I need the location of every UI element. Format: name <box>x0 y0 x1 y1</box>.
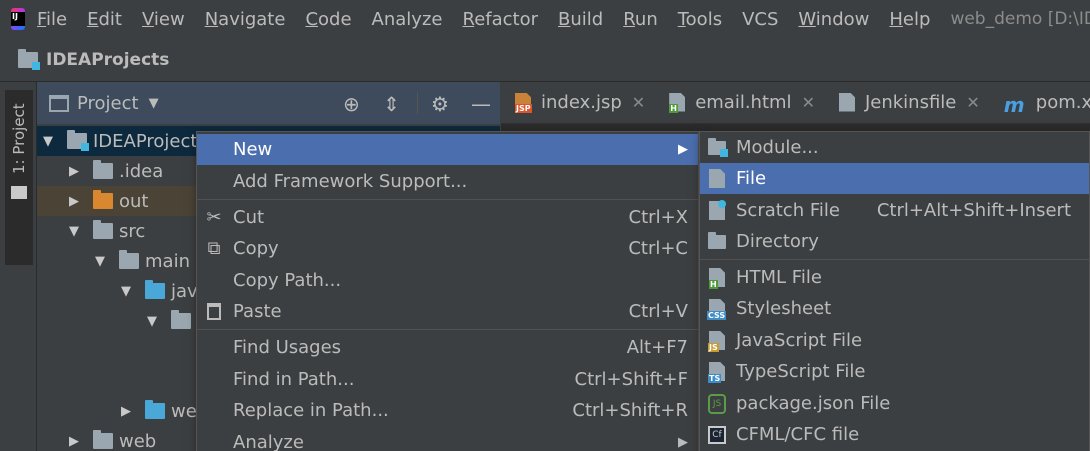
menu-separator <box>700 259 1089 260</box>
menu-item-html-file[interactable]: H HTML File <box>700 262 1089 293</box>
folder-icon <box>11 186 27 199</box>
context-menu: New ▶ Add Framework Support... ✂ Cut Ctr… <box>196 131 699 451</box>
folder-icon <box>93 220 113 239</box>
menu-build[interactable]: Build <box>558 9 603 30</box>
menu-item-scratch-file[interactable]: Scratch File Ctrl+Alt+Shift+Insert <box>700 195 1089 226</box>
package-icon <box>171 310 191 329</box>
menu-item-stylesheet[interactable]: CSS Stylesheet <box>700 293 1089 324</box>
new-submenu: Module... File Scratch File Ctrl+Alt+Shi… <box>699 131 1090 451</box>
folder-icon <box>93 430 113 449</box>
menu-item-copy[interactable]: ⧉ Copy Ctrl+C <box>197 233 698 264</box>
menu-item-replace-in-path[interactable]: Replace in Path... Ctrl+Shift+R <box>197 395 698 426</box>
project-stripe-label: 1: Project <box>10 103 28 174</box>
nodejs-icon: JS <box>706 393 728 415</box>
menu-vcs[interactable]: VCS <box>742 9 778 30</box>
javascript-file-icon: JS <box>706 330 728 352</box>
menu-view[interactable]: View <box>142 9 185 30</box>
menu-separator <box>197 329 698 330</box>
menu-item-directory[interactable]: Directory <box>700 226 1089 257</box>
folder-icon <box>706 231 728 253</box>
menu-item-analyze[interactable]: Analyze ▶ <box>197 427 698 451</box>
file-icon <box>706 168 728 190</box>
menu-item-file[interactable]: File <box>700 163 1089 194</box>
maven-icon: m <box>1003 92 1025 117</box>
menu-item-find-usages[interactable]: Find Usages Alt+F7 <box>197 332 698 363</box>
locate-icon[interactable]: ⊕ <box>343 92 360 116</box>
menu-item-paste[interactable]: Paste Ctrl+V <box>197 296 698 327</box>
menu-separator <box>197 199 698 200</box>
navigation-bar: IDEAProjects <box>0 38 1090 82</box>
window-title: web_demo [D:\IDE <box>950 9 1090 29</box>
folder-icon <box>93 160 113 179</box>
scratch-file-icon <box>706 199 728 222</box>
module-folder-icon <box>18 48 40 70</box>
menu-edit[interactable]: Edit <box>87 9 122 30</box>
menu-item-cut[interactable]: ✂ Cut Ctrl+X <box>197 202 698 233</box>
clipboard-icon <box>203 301 225 323</box>
file-icon <box>838 92 857 113</box>
excluded-folder-icon <box>93 190 113 209</box>
menu-item-typescript-file[interactable]: TS TypeScript File <box>700 356 1089 387</box>
menu-item-javascript-file[interactable]: JS JavaScript File <box>700 325 1089 356</box>
menu-item-cfml-cfc-file[interactable]: Cf CFML/CFC file <box>700 419 1089 450</box>
menu-run[interactable]: Run <box>623 9 658 30</box>
menu-item-find-in-path[interactable]: Find in Path... Ctrl+Shift+F <box>197 364 698 395</box>
project-panel-header: Project ▼ ⊕ ⇕ ⚙ — <box>37 82 500 124</box>
typescript-file-icon: TS <box>706 361 728 383</box>
source-folder-icon <box>145 280 165 299</box>
menu-item-add-framework-support[interactable]: Add Framework Support... <box>197 166 698 197</box>
menu-code[interactable]: Code <box>305 9 351 30</box>
editor-tab-bar: JSP index.jsp ✕ H email.html ✕ Jenkinsfi… <box>501 82 1090 124</box>
project-view-icon <box>49 94 69 112</box>
copy-icon: ⧉ <box>207 238 221 259</box>
menu-bar: IJ File Edit View Navigate Code Analyze … <box>0 0 1090 38</box>
close-icon[interactable]: ✕ <box>632 93 645 112</box>
menu-navigate[interactable]: Navigate <box>205 9 286 30</box>
menu-analyze[interactable]: Analyze <box>372 9 443 30</box>
tab-index-jsp[interactable]: JSP index.jsp ✕ <box>501 82 655 124</box>
menu-item-module[interactable]: Module... <box>700 132 1089 163</box>
cfml-file-icon: Cf <box>706 424 728 446</box>
close-icon[interactable]: ✕ <box>802 93 815 112</box>
html-file-icon: H <box>706 267 728 289</box>
menu-file[interactable]: File <box>37 9 67 30</box>
submenu-arrow-icon: ▶ <box>678 435 688 450</box>
scissors-icon: ✂ <box>206 207 222 228</box>
web-folder-icon <box>145 400 165 419</box>
tab-email-html[interactable]: H email.html ✕ <box>655 82 825 124</box>
project-view-selector[interactable]: Project <box>77 93 139 114</box>
html-file-icon: H <box>669 92 687 113</box>
intellij-logo-icon[interactable]: IJ <box>11 8 25 30</box>
divider <box>417 92 418 114</box>
menu-help[interactable]: Help <box>889 9 930 30</box>
tab-jenkinsfile[interactable]: Jenkinsfile ✕ <box>825 82 990 124</box>
minimize-icon[interactable]: — <box>471 92 491 116</box>
gear-icon[interactable]: ⚙ <box>431 92 449 116</box>
project-tool-window-button[interactable]: 1: Project <box>5 90 33 265</box>
folder-icon <box>119 250 139 269</box>
menu-refactor[interactable]: Refactor <box>462 9 538 30</box>
menu-window[interactable]: Window <box>798 9 869 30</box>
menu-item-copy-path[interactable]: Copy Path... <box>197 265 698 296</box>
breadcrumb-root[interactable]: IDEAProjects <box>46 50 169 70</box>
menu-item-package-json-file[interactable]: JS package.json File <box>700 388 1089 419</box>
left-tool-stripe: 1: Project <box>0 82 37 451</box>
submenu-arrow-icon: ▶ <box>678 142 688 157</box>
module-icon <box>706 137 728 159</box>
chevron-down-icon[interactable]: ▼ <box>149 96 159 111</box>
jsp-file-icon: JSP <box>515 92 533 113</box>
collapse-all-icon[interactable]: ⇕ <box>383 92 400 116</box>
tab-pom-xml[interactable]: m pom.xm <box>990 82 1090 124</box>
css-file-icon: CSS <box>706 298 728 320</box>
menu-tools[interactable]: Tools <box>678 9 722 30</box>
close-icon[interactable]: ✕ <box>966 93 979 112</box>
menu-item-new[interactable]: New ▶ <box>197 134 698 165</box>
module-folder-icon <box>67 130 89 151</box>
